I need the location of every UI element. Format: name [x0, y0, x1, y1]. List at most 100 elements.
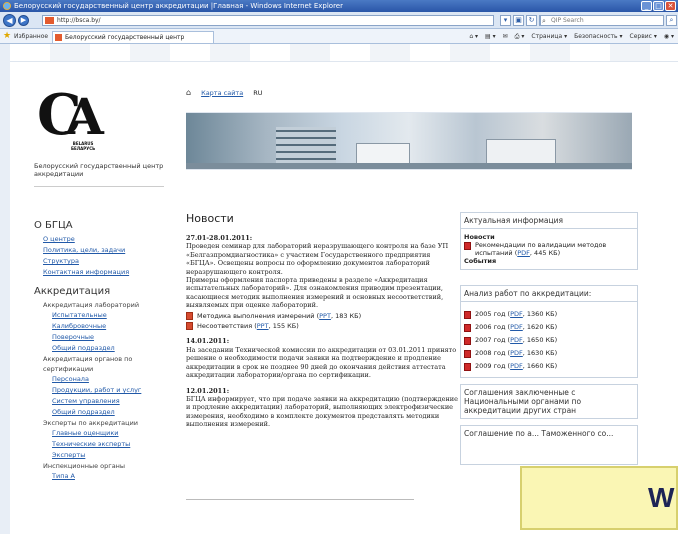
- news-date: 12.01.2011:: [186, 386, 230, 395]
- pdf-file-icon: [464, 362, 471, 371]
- nav-subheading-inspection: Инспекционные органы: [43, 462, 126, 470]
- report-row: 2005 год (PDF, 1360 КБ): [464, 308, 634, 321]
- page-menu[interactable]: Страница ▾: [531, 29, 567, 44]
- tools-menu[interactable]: Сервис ▾: [630, 29, 657, 44]
- news-heading: Новости: [186, 212, 234, 225]
- search-button[interactable]: ⌕: [666, 15, 677, 26]
- nav-link-products[interactable]: Продукции, работ и услуг: [52, 385, 174, 396]
- ppt-link[interactable]: PPT: [319, 312, 331, 320]
- url-field[interactable]: http://bsca.by/: [42, 15, 494, 26]
- pdf-link[interactable]: PDF: [510, 336, 523, 344]
- nav-link-about-center[interactable]: О центре: [43, 234, 174, 245]
- report-row: 2009 год (PDF, 1660 КБ): [464, 360, 634, 373]
- maximize-button[interactable]: □: [653, 1, 664, 11]
- search-placeholder: QIP Search: [551, 17, 584, 24]
- analysis-title: Анализ работ по аккредитации:: [461, 286, 637, 302]
- nav-subheading-cert-bodies: Аккредитация органов по сертификации: [43, 355, 133, 373]
- favorites-star-icon[interactable]: ★: [3, 29, 11, 44]
- bsca-logo[interactable]: C A BELARUS БЕЛАРУСЬ: [37, 85, 104, 155]
- nav-link-management-systems[interactable]: Систем управления: [52, 396, 174, 407]
- news-label: Новости: [464, 233, 495, 241]
- command-bar: ⌂ ▾ ▤ ▾ ✉ ⎙ ▾ Страница ▾ Безопасность ▾ …: [469, 29, 674, 44]
- logo-badge: BELARUS БЕЛАРУСЬ: [71, 141, 96, 151]
- pdf-file-icon: [464, 242, 471, 250]
- pdf-link[interactable]: PDF: [517, 249, 530, 257]
- dropdown-arrow-icon[interactable]: ▾: [500, 15, 511, 26]
- attachment-row: Методика выполнения измерений (PPT, 183 …: [186, 312, 458, 320]
- favorites-label[interactable]: Избранное: [14, 29, 48, 44]
- home-icon[interactable]: ⌂: [186, 88, 191, 97]
- page-viewport: C A BELARUS БЕЛАРУСЬ Белорусский государ…: [0, 44, 678, 534]
- pdf-link[interactable]: PDF: [510, 362, 523, 370]
- pdf-file-icon: [464, 310, 471, 319]
- nav-link-tech-experts[interactable]: Технические эксперты: [52, 439, 174, 450]
- print-icon[interactable]: ⎙ ▾: [515, 29, 525, 44]
- nav-link-structure[interactable]: Структура: [43, 256, 174, 267]
- news-item: 14.01.2011: На заседании Технической ком…: [186, 337, 458, 379]
- nav-section-about: О БГЦА: [34, 220, 73, 231]
- news-text: БГЦА информирует, что при подаче заявки …: [186, 394, 458, 429]
- pdf-file-icon: [464, 349, 471, 358]
- web-page: C A BELARUS БЕЛАРУСЬ Белорусский государ…: [10, 44, 678, 534]
- favorites-bar: ★ Избранное Белорусский государственный …: [0, 29, 678, 52]
- nav-link-lead-assessors[interactable]: Главные оценщики: [52, 428, 174, 439]
- attachment-row: Несоответствия (PPT, 155 КБ): [186, 322, 458, 331]
- sitemap-link[interactable]: Карта сайта: [201, 89, 243, 97]
- news-text: Примеры оформления паспорта приведены в …: [186, 276, 444, 310]
- news-date: 14.01.2011:: [186, 337, 230, 346]
- nav-link-verification[interactable]: Поверочные: [52, 332, 174, 343]
- close-button[interactable]: ✕: [665, 1, 676, 11]
- mail-icon[interactable]: ✉: [503, 29, 508, 44]
- home-toolbar-icon[interactable]: ⌂ ▾: [469, 29, 478, 44]
- overlay-text: W: [648, 482, 675, 513]
- safety-menu[interactable]: Безопасность ▾: [574, 29, 622, 44]
- nav-subheading-experts: Эксперты по аккредитации: [43, 419, 139, 427]
- language-selector[interactable]: RU: [253, 89, 262, 97]
- customs-agreement-text[interactable]: Соглашение по а... Таможенного со...: [461, 426, 637, 441]
- back-button[interactable]: ◀: [3, 14, 16, 27]
- report-row: 2007 год (PDF, 1650 КБ): [464, 334, 634, 347]
- site-favicon-icon: [45, 17, 54, 24]
- events-label: События: [464, 257, 497, 265]
- news-item: 12.01.2011: БГЦА информирует, что при по…: [186, 387, 458, 429]
- nav-link-policy[interactable]: Политика, цели, задачи: [43, 245, 174, 256]
- nav-link-type-a[interactable]: Типа А: [52, 471, 174, 482]
- help-menu[interactable]: ◉ ▾: [664, 29, 674, 44]
- ppt-link[interactable]: PPT: [257, 322, 269, 330]
- pdf-file-icon: [464, 323, 471, 332]
- divider: [34, 186, 164, 187]
- recommendation-row: Рекомендации по валидации методов испыта…: [464, 241, 634, 257]
- browser-tab[interactable]: Белорусский государственный центр аккред…: [52, 31, 214, 52]
- nav-subheading-labs: Аккредитация лабораторий: [43, 301, 140, 309]
- window-title: Белорусский государственный центр аккред…: [14, 2, 343, 10]
- forward-button[interactable]: ▶: [18, 15, 29, 26]
- nav-link-personnel[interactable]: Персонала: [52, 374, 174, 385]
- news-item: 27.01-28.01.2011: Проведен семинар для л…: [186, 234, 458, 331]
- customs-agreement-box[interactable]: Соглашение по а... Таможенного со...: [460, 425, 638, 465]
- org-name: Белорусский государственный центр аккред…: [34, 162, 164, 178]
- refresh-icon[interactable]: ↻: [526, 15, 537, 26]
- analysis-box: Анализ работ по аккредитации: 2005 год (…: [460, 285, 638, 378]
- nav-link-orgs-general[interactable]: Общий подраздел: [52, 407, 174, 418]
- nav-link-contacts[interactable]: Контактная информация: [43, 267, 174, 278]
- nav-link-testing[interactable]: Испытательные: [52, 310, 174, 321]
- news-text: На заседании Технической комиссии по акк…: [186, 345, 457, 380]
- actual-info-title: Актуальная информация: [461, 213, 637, 229]
- nav-link-labs-general[interactable]: Общий подраздел: [52, 343, 174, 354]
- minimize-button[interactable]: _: [641, 1, 652, 11]
- pdf-file-icon: [464, 336, 471, 345]
- tab-favicon-icon: [55, 34, 62, 41]
- pdf-link[interactable]: PDF: [510, 349, 523, 357]
- nav-link-experts[interactable]: Эксперты: [52, 450, 174, 461]
- ppt-file-icon: [186, 311, 193, 320]
- news-list: 27.01-28.01.2011: Проведен семинар для л…: [186, 234, 458, 436]
- nav-link-calibration[interactable]: Калибровочные: [52, 321, 174, 332]
- feeds-icon[interactable]: ▤ ▾: [485, 29, 496, 44]
- pdf-link[interactable]: PDF: [510, 310, 523, 318]
- agreements-text[interactable]: Соглашения заключенные с Национальными о…: [461, 385, 637, 418]
- agreements-box[interactable]: Соглашения заключенные с Национальными о…: [460, 384, 638, 419]
- search-input[interactable]: ⌕ QIP Search: [540, 15, 664, 26]
- ie-logo-icon: [3, 2, 11, 10]
- compatibility-icon[interactable]: ▣: [513, 15, 524, 26]
- pdf-link[interactable]: PDF: [510, 323, 523, 331]
